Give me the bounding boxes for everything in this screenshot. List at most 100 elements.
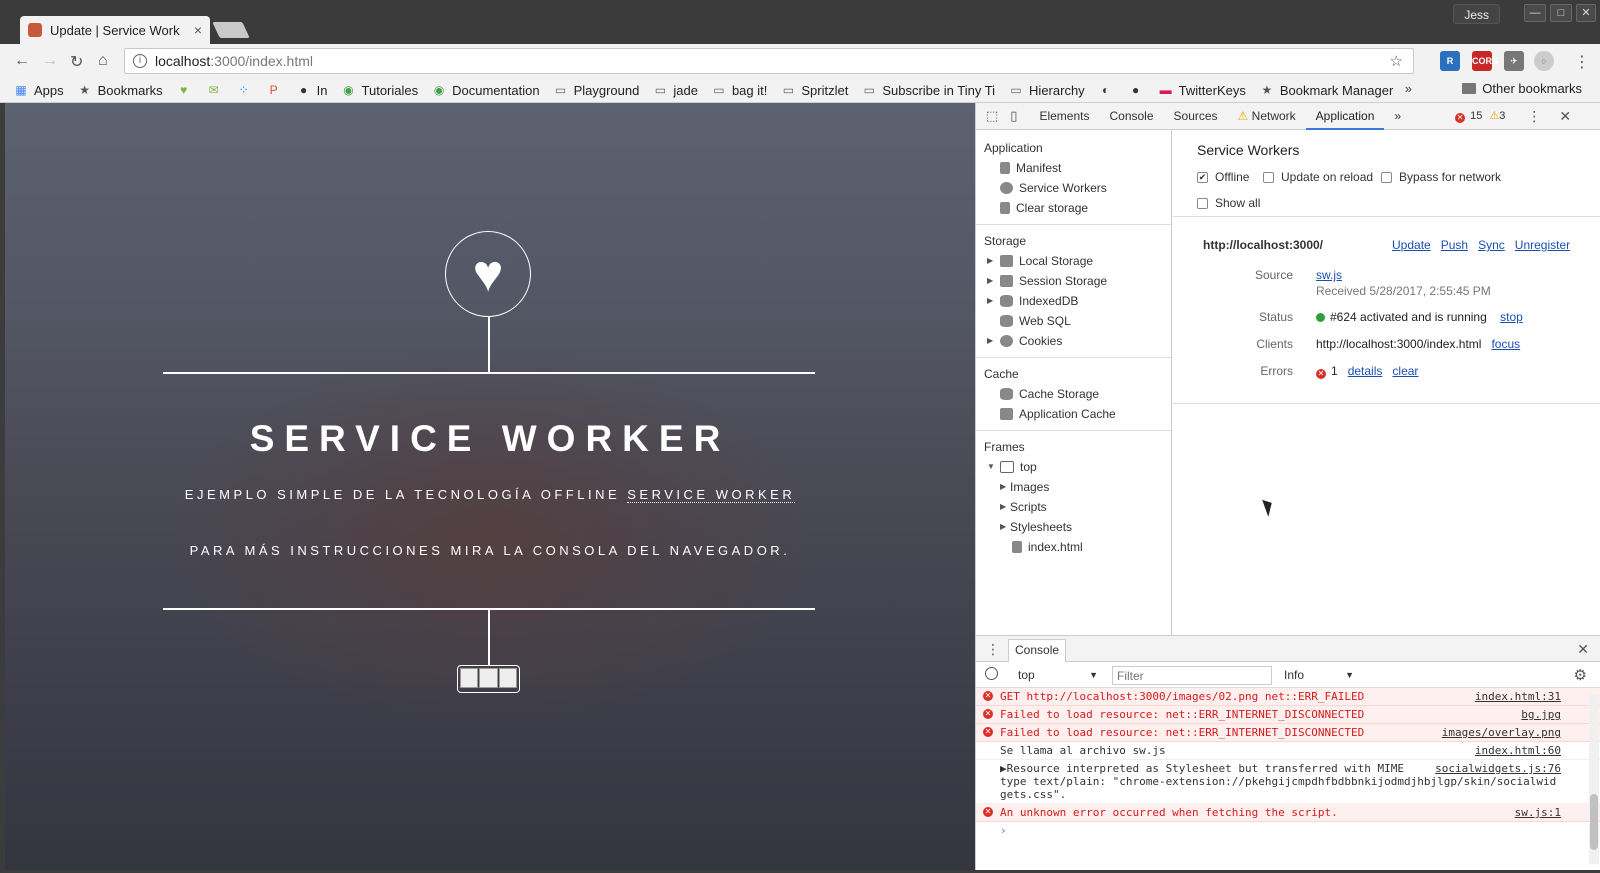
console-settings-gear-icon[interactable]: ⚙	[1574, 666, 1587, 684]
bookmark-item[interactable]: ▭ Subscribe in Tiny Ti	[862, 83, 995, 98]
expand-arrow-icon[interactable]: ▶	[1000, 477, 1006, 497]
devtools-menu-icon[interactable]: ⋮	[1527, 108, 1541, 125]
collapse-arrow-icon[interactable]: ▼	[987, 457, 995, 477]
bookmark-item[interactable]: ▭ Playground	[554, 83, 639, 98]
bookmark-item[interactable]: ⁘	[237, 83, 257, 97]
back-arrow-icon[interactable]: ←	[14, 52, 30, 70]
bypass-network-checkbox[interactable]: Bypass for network	[1381, 170, 1501, 184]
tab-console[interactable]: Console	[1099, 103, 1163, 130]
details-link[interactable]: details	[1348, 364, 1383, 378]
clear-link[interactable]: clear	[1392, 364, 1418, 378]
bookmark-item[interactable]: ♥	[177, 83, 197, 97]
bookmark-item[interactable]: ★ Bookmarks	[78, 83, 162, 98]
close-window-icon[interactable]: ✕	[1576, 4, 1596, 22]
expand-arrow-icon[interactable]: ▶	[987, 251, 993, 271]
scrollbar-thumb[interactable]	[1590, 794, 1598, 850]
extension-cors-icon[interactable]: CORS	[1472, 51, 1498, 71]
device-toggle-icon[interactable]: ▯	[1010, 108, 1017, 124]
bookmark-item[interactable]: ●	[1129, 83, 1149, 97]
browser-tab[interactable]: Update | Service Work ×	[20, 16, 210, 44]
sidebar-item-session-storage[interactable]: ▶ Session Storage	[976, 271, 1171, 291]
offline-checkbox[interactable]: ✔ Offline	[1197, 170, 1249, 184]
update-on-reload-checkbox[interactable]: Update on reload	[1263, 170, 1373, 184]
focus-link[interactable]: focus	[1491, 337, 1520, 351]
bookmark-item[interactable]: ● In	[297, 83, 327, 98]
sidebar-item-application-cache[interactable]: Application Cache	[976, 404, 1171, 424]
sidebar-item-local-storage[interactable]: ▶ Local Storage	[976, 251, 1171, 271]
sidebar-item-web-sql[interactable]: Web SQL	[976, 311, 1171, 331]
address-bar[interactable]: i localhost:3000/index.html ☆	[124, 48, 1414, 74]
bookmark-item[interactable]: ▭ Spritzlet	[781, 83, 849, 98]
devtools-close-icon[interactable]: ✕	[1559, 108, 1571, 125]
bookmark-item[interactable]: ▬ TwitterKeys	[1159, 83, 1246, 98]
bookmark-item[interactable]: ✉	[207, 83, 227, 97]
context-select[interactable]: top ▼	[1010, 666, 1104, 684]
bookmark-item[interactable]: ▭ jade	[653, 83, 698, 98]
inspect-element-icon[interactable]: ⬚	[986, 108, 998, 124]
sidebar-item-index-html[interactable]: index.html	[976, 537, 1171, 557]
site-info-icon[interactable]: i	[133, 54, 147, 68]
console-source-link[interactable]: sw.js:1	[1515, 806, 1561, 819]
update-link[interactable]: Update	[1392, 238, 1431, 252]
console-prompt[interactable]: ›	[976, 822, 1600, 839]
bookmark-item[interactable]: ◐	[1099, 83, 1119, 97]
console-source-link[interactable]: index.html:31	[1475, 690, 1561, 703]
tab-network[interactable]: ⚠ Network	[1228, 103, 1306, 130]
bookmark-star-icon[interactable]: ☆	[1390, 52, 1403, 70]
expand-arrow-icon[interactable]: ▶	[987, 271, 993, 291]
push-link[interactable]: Push	[1441, 238, 1468, 252]
minimize-icon[interactable]: —	[1524, 4, 1546, 22]
unregister-link[interactable]: Unregister	[1515, 238, 1570, 252]
sidebar-item-cache-storage[interactable]: Cache Storage	[976, 384, 1171, 404]
drawer-tab-console[interactable]: Console	[1008, 639, 1067, 662]
extension-plane-icon[interactable]: ✈	[1504, 51, 1524, 71]
show-all-checkbox[interactable]: Show all	[1197, 196, 1260, 210]
log-level-select[interactable]: Info ▼	[1280, 666, 1360, 684]
sidebar-item-service-workers[interactable]: Service Workers	[976, 178, 1171, 198]
console-filter-input[interactable]	[1112, 666, 1272, 685]
sync-link[interactable]: Sync	[1478, 238, 1505, 252]
other-bookmarks[interactable]: Other bookmarks	[1462, 81, 1582, 96]
bookmarks-overflow-icon[interactable]: »	[1405, 81, 1412, 96]
sidebar-item-stylesheets[interactable]: ▶ Stylesheets	[976, 517, 1171, 537]
tab-sources[interactable]: Sources	[1164, 103, 1228, 130]
console-source-link[interactable]: bg.jpg	[1521, 708, 1561, 721]
service-worker-link[interactable]: SERVICE WORKER	[627, 487, 796, 503]
expand-arrow-icon[interactable]: ▶	[1000, 497, 1006, 517]
home-icon[interactable]: ⌂	[98, 52, 108, 70]
expand-arrow-icon[interactable]: ▶	[987, 331, 993, 351]
sidebar-item-indexeddb[interactable]: ▶ IndexedDB	[976, 291, 1171, 311]
expand-arrow-icon[interactable]: ▶	[1000, 517, 1006, 537]
drawer-menu-icon[interactable]: ⋮	[986, 641, 1000, 658]
tab-elements[interactable]: Elements	[1029, 103, 1099, 130]
sidebar-item-cookies[interactable]: ▶ Cookies	[976, 331, 1171, 351]
profile-button[interactable]: Jess	[1453, 4, 1500, 24]
stop-link[interactable]: stop	[1500, 310, 1523, 324]
console-scrollbar[interactable]	[1589, 694, 1599, 864]
tab-close-icon[interactable]: ×	[194, 22, 202, 38]
sidebar-item-manifest[interactable]: Manifest	[976, 158, 1171, 178]
drawer-close-icon[interactable]: ✕	[1577, 641, 1589, 658]
bookmark-item[interactable]: P	[267, 83, 287, 97]
new-tab-button[interactable]	[212, 22, 250, 38]
bookmark-item[interactable]: ▭ Hierarchy	[1009, 83, 1084, 98]
issue-counters[interactable]: ✕ 15 ⚠3	[1455, 109, 1505, 123]
bookmark-item[interactable]: ▭ bag it!	[712, 83, 767, 98]
extension-r-icon[interactable]: R	[1440, 51, 1460, 71]
expand-arrow-icon[interactable]: ▶	[987, 291, 993, 311]
bookmark-item[interactable]: ◉ Tutoriales	[342, 83, 418, 98]
clear-console-icon[interactable]	[985, 667, 998, 680]
tab-application[interactable]: Application	[1305, 103, 1385, 130]
menu-dots-icon[interactable]: ⋮	[1574, 52, 1590, 72]
console-source-link[interactable]: images/overlay.png	[1442, 726, 1561, 739]
sidebar-item-frame-top[interactable]: ▼ top	[976, 457, 1171, 477]
bookmark-item[interactable]: ▦ Apps	[14, 83, 63, 98]
more-tabs-icon[interactable]: »	[1384, 103, 1411, 130]
sidebar-item-images[interactable]: ▶ Images	[976, 477, 1171, 497]
bookmark-item[interactable]: ★ Bookmark Manager	[1260, 83, 1393, 98]
sidebar-item-scripts[interactable]: ▶ Scripts	[976, 497, 1171, 517]
forward-arrow-icon[interactable]: →	[42, 52, 58, 70]
console-source-link[interactable]: index.html:60	[1475, 744, 1561, 757]
console-source-link[interactable]: socialwidgets.js:76	[1435, 762, 1561, 775]
source-link[interactable]: sw.js	[1316, 268, 1342, 282]
